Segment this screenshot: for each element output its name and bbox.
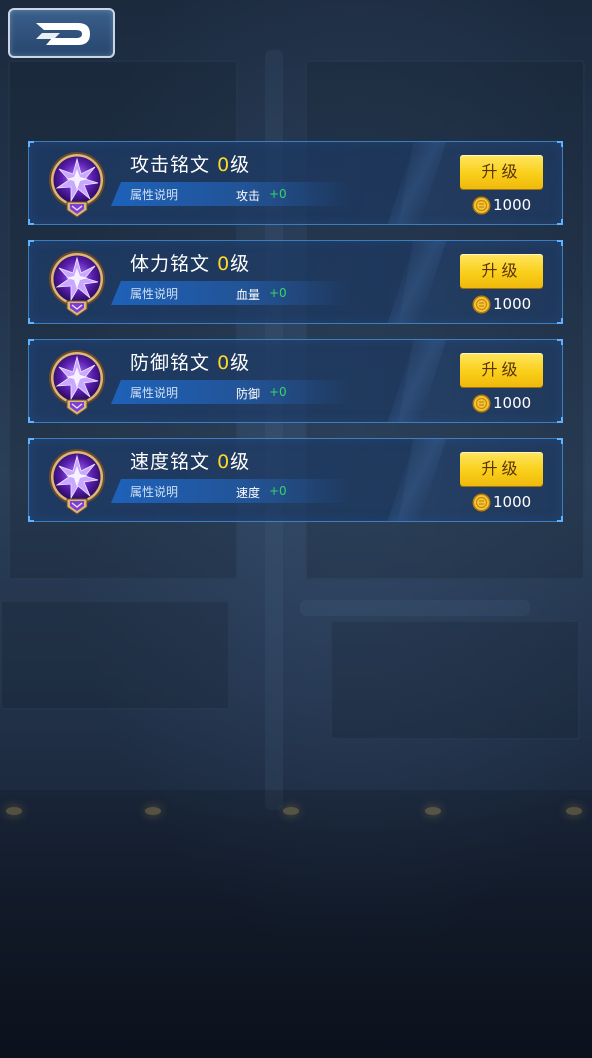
attribute-name: 攻击 xyxy=(236,189,261,203)
purple-star-rune-icon xyxy=(47,249,107,317)
rune-name: 速度铭文 xyxy=(130,451,211,473)
frame-corner xyxy=(557,516,563,522)
floor-light xyxy=(425,807,441,815)
rune-level-suffix: 级 xyxy=(230,253,251,275)
row-decoration xyxy=(387,340,447,422)
upgrade-cost: 1000 xyxy=(493,295,532,313)
attribute-value: +0 xyxy=(269,385,287,399)
frame-corner xyxy=(557,240,563,246)
attribute-value: +0 xyxy=(269,484,287,498)
frame-corner xyxy=(28,240,34,246)
frame-corner xyxy=(28,219,34,225)
purple-star-rune-icon xyxy=(47,447,107,515)
attribute-label: 属性说明 xyxy=(130,485,179,499)
attribute-name: 速度 xyxy=(236,486,261,500)
rune-row: 防御铭文 0级 属性说明 防御 +0 升级 1000 xyxy=(28,339,563,423)
rune-row: 速度铭文 0级 属性说明 速度 +0 升级 1000 xyxy=(28,438,563,522)
rune-level: 0 xyxy=(217,451,231,473)
back-button[interactable] xyxy=(8,8,115,58)
pipe xyxy=(300,600,530,616)
floor-light xyxy=(6,807,22,815)
gold-coin-icon xyxy=(472,196,491,215)
frame-corner xyxy=(557,219,563,225)
frame-corner xyxy=(557,141,563,147)
upgrade-button[interactable]: 升级 xyxy=(460,452,543,486)
attribute-name: 防御 xyxy=(236,387,261,401)
purple-star-rune-icon xyxy=(47,348,107,416)
frame-corner xyxy=(557,417,563,423)
floor-light xyxy=(283,807,299,815)
attribute-label: 属性说明 xyxy=(130,287,179,301)
rune-level-suffix: 级 xyxy=(230,352,251,374)
machine-block xyxy=(330,620,580,740)
frame-corner xyxy=(557,318,563,324)
back-arrow-icon xyxy=(36,23,90,45)
upgrade-cost: 1000 xyxy=(493,493,532,511)
row-decoration xyxy=(387,241,447,323)
rune-name: 防御铭文 xyxy=(130,352,211,374)
frame-corner xyxy=(557,438,563,444)
rune-title: 防御铭文 0级 xyxy=(130,348,250,375)
upgrade-cost: 1000 xyxy=(493,196,532,214)
attribute-value: +0 xyxy=(269,187,287,201)
row-decoration xyxy=(387,142,447,224)
rune-level: 0 xyxy=(217,352,231,374)
attribute-name: 血量 xyxy=(236,288,261,302)
rune-level: 0 xyxy=(217,154,231,176)
rune-level-suffix: 级 xyxy=(230,154,251,176)
rune-title: 速度铭文 0级 xyxy=(130,447,250,474)
upgrade-cost: 1000 xyxy=(493,394,532,412)
gold-coin-icon xyxy=(472,493,491,512)
upgrade-button[interactable]: 升级 xyxy=(460,353,543,387)
rune-name: 攻击铭文 xyxy=(130,154,211,176)
rune-level: 0 xyxy=(217,253,231,275)
frame-corner xyxy=(28,141,34,147)
upgrade-button[interactable]: 升级 xyxy=(460,254,543,288)
frame-corner xyxy=(28,516,34,522)
rune-row: 体力铭文 0级 属性说明 血量 +0 升级 1000 xyxy=(28,240,563,324)
machine-block xyxy=(0,600,230,710)
purple-star-rune-icon xyxy=(47,150,107,218)
rune-level-suffix: 级 xyxy=(230,451,251,473)
frame-corner xyxy=(557,339,563,345)
floor-light xyxy=(566,807,582,815)
rune-title: 体力铭文 0级 xyxy=(130,249,250,276)
frame-corner xyxy=(28,339,34,345)
frame-corner xyxy=(28,318,34,324)
attribute-value: +0 xyxy=(269,286,287,300)
gold-coin-icon xyxy=(472,394,491,413)
rune-name: 体力铭文 xyxy=(130,253,211,275)
frame-corner xyxy=(28,417,34,423)
upgrade-button[interactable]: 升级 xyxy=(460,155,543,189)
attribute-label: 属性说明 xyxy=(130,188,179,202)
attribute-label: 属性说明 xyxy=(130,386,179,400)
floor-light xyxy=(145,807,161,815)
frame-corner xyxy=(28,438,34,444)
rune-row: 攻击铭文 0级 属性说明 攻击 +0 升级 1000 xyxy=(28,141,563,225)
gold-coin-icon xyxy=(472,295,491,314)
row-decoration xyxy=(387,439,447,521)
floor xyxy=(0,790,592,1058)
rune-title: 攻击铭文 0级 xyxy=(130,150,250,177)
